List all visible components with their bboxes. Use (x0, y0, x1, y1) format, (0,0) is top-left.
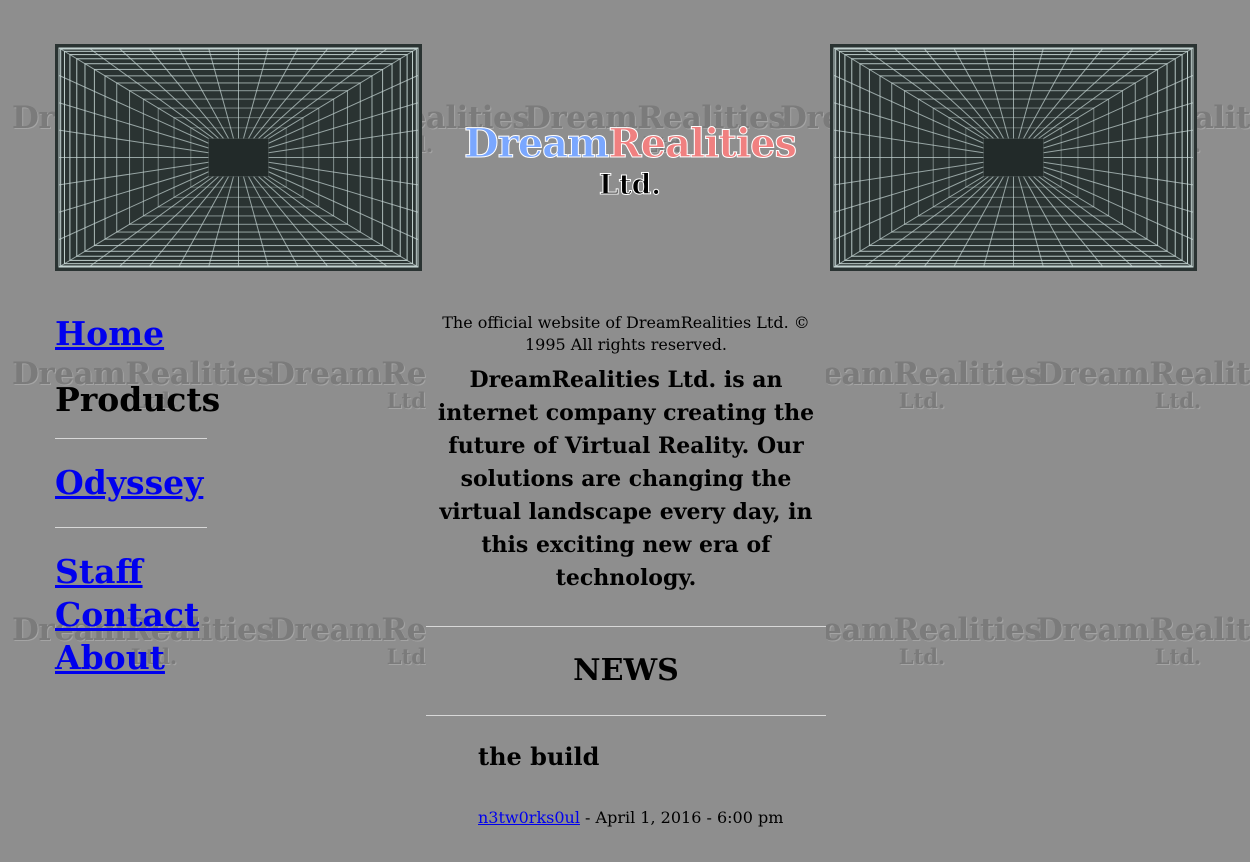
nav-divider (55, 438, 207, 439)
news-heading: NEWS (573, 653, 679, 688)
logo-realities: Realities (608, 120, 798, 168)
sidebar-nav: Home Products Odyssey Staff Contact Abou… (55, 310, 221, 679)
post-date: - April 1, 2016 - 6:00 pm (585, 808, 784, 827)
section-divider (426, 626, 826, 627)
wireframe-tunnel-icon (830, 44, 1197, 271)
post-author-link[interactable]: n3tw0rks0ul (478, 808, 580, 827)
section-divider (426, 715, 826, 716)
mission-statement: DreamRealities Ltd. is an internet compa… (437, 367, 815, 591)
nav-staff-link[interactable]: Staff (55, 550, 207, 593)
post-meta: n3tw0rks0ul - April 1, 2016 - 6:00 pm (478, 808, 826, 827)
nav-contact-link[interactable]: Contact (55, 593, 207, 636)
logo-ltd: Ltd. (599, 168, 662, 201)
main-content: The official website of DreamRealities L… (426, 312, 826, 827)
site-logo: DreamRealities Ltd. (460, 118, 800, 201)
nav-home-link[interactable]: Home (55, 310, 207, 374)
post-title: the build (478, 742, 600, 771)
nav-about-link[interactable]: About (55, 636, 207, 679)
nav-odyssey-link[interactable]: Odyssey (55, 461, 207, 527)
nav-products-current: Products (55, 380, 221, 419)
copyright-text: The official website of DreamRealities L… (442, 313, 810, 354)
nav-divider (55, 527, 207, 528)
news-post: the build n3tw0rks0ul - April 1, 2016 - … (426, 740, 826, 827)
wireframe-tunnel-icon (55, 44, 422, 271)
logo-dream: Dream (463, 120, 609, 168)
